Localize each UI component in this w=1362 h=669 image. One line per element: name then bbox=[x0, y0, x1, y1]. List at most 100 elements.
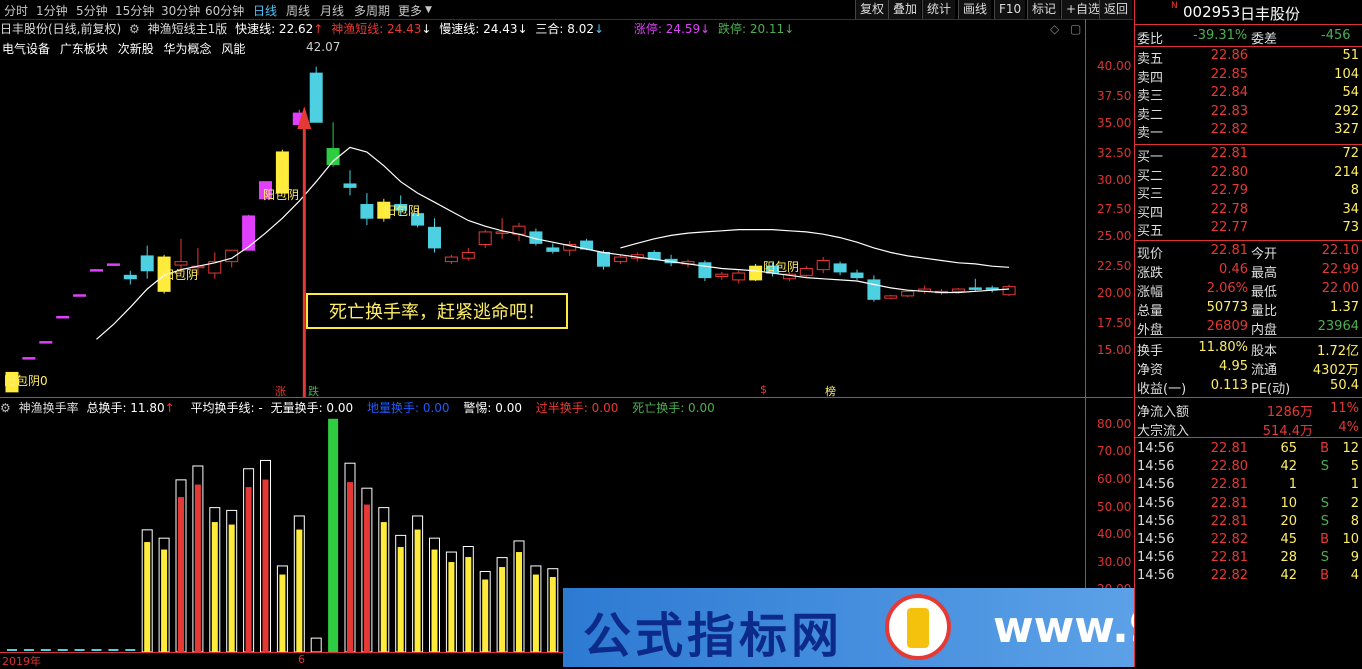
overlay-button[interactable]: 叠加 bbox=[888, 0, 922, 19]
tick-volume: 65 bbox=[1280, 441, 1297, 456]
indicator-name[interactable]: 神渔短线主1版 bbox=[148, 22, 228, 36]
down-arrow-icon: ↓ bbox=[593, 22, 605, 36]
turnover-bar-fill bbox=[380, 522, 387, 652]
candle bbox=[968, 278, 982, 292]
death-turnover-annotation: 死亡换手率，赶紧逃命吧！ bbox=[306, 293, 568, 329]
turnover-bar-fill bbox=[363, 504, 370, 652]
fuquan-button[interactable]: 复权 bbox=[855, 0, 889, 19]
candle-body bbox=[613, 256, 627, 263]
chart-divider bbox=[0, 397, 1133, 398]
tick-volume: 1 bbox=[1288, 477, 1297, 493]
turnover-bar bbox=[125, 649, 136, 651]
stat-label: 涨幅 bbox=[1137, 285, 1164, 300]
period-tab-day[interactable]: 日线 bbox=[253, 2, 277, 19]
ask-row: 卖四 22.85 104 bbox=[1135, 67, 1362, 86]
period-tab-multi[interactable]: 多周期 bbox=[354, 2, 390, 19]
candle-body bbox=[123, 274, 137, 280]
stat-value: 4.95 bbox=[1219, 359, 1248, 374]
turnover-bar-fill bbox=[499, 567, 506, 652]
stat-label: 今开 bbox=[1251, 247, 1278, 262]
sub-indicator-name[interactable]: 神渔换手率 bbox=[19, 401, 79, 415]
stat-label: 外盘 bbox=[1137, 323, 1164, 338]
period-tab-15min[interactable]: 15分钟 bbox=[115, 2, 154, 19]
turnover-bar-fill bbox=[108, 649, 119, 651]
turnover-bar-fill bbox=[431, 549, 438, 652]
ground-turnover: 地量换手: 0.00 bbox=[366, 401, 450, 415]
tick-time: 14:56 bbox=[1137, 532, 1175, 547]
stat-label: 现价 bbox=[1137, 247, 1164, 262]
back-button[interactable]: 返回 bbox=[1099, 0, 1133, 19]
ask-level-label: 卖一 bbox=[1137, 126, 1164, 141]
draw-line-button[interactable]: 画线 bbox=[958, 0, 992, 19]
flow-row: 净流入额 1286万 11% bbox=[1135, 401, 1362, 420]
turnover-bar bbox=[141, 529, 153, 652]
stat-value: 50773 bbox=[1206, 300, 1248, 315]
ask-volume: 51 bbox=[1342, 48, 1359, 63]
period-tab-1min[interactable]: 1分钟 bbox=[36, 2, 68, 19]
turnover-bar bbox=[479, 570, 491, 652]
period-tab-week[interactable]: 周线 bbox=[286, 2, 310, 19]
bid-row: 买五 22.77 73 bbox=[1135, 220, 1362, 239]
period-tab-30min[interactable]: 30分钟 bbox=[161, 2, 200, 19]
stat-value: 22.99 bbox=[1321, 262, 1359, 277]
mark-button[interactable]: 标记 bbox=[1027, 0, 1061, 19]
period-tab-fenshi[interactable]: 分时 bbox=[4, 2, 28, 19]
tick-row: 14:56 22.81 20 S 8 bbox=[1135, 514, 1362, 532]
candle bbox=[816, 257, 830, 274]
quote-panel: N 002953 日丰股份 委比 -39.31% 委差 -456 卖五 22.86… bbox=[1134, 0, 1362, 667]
short-line-value: 神渔短线: 24.43 bbox=[331, 22, 422, 36]
turnover-bar bbox=[108, 649, 119, 651]
tick-price: 22.81 bbox=[1210, 477, 1248, 493]
stat-value: 1.72亿 bbox=[1317, 344, 1359, 359]
candle bbox=[749, 263, 763, 282]
ask-volume: 292 bbox=[1334, 103, 1359, 119]
candle bbox=[478, 229, 492, 248]
stats-button[interactable]: 统计 bbox=[922, 0, 956, 19]
tick-side: B bbox=[1320, 532, 1329, 547]
divider bbox=[1135, 437, 1362, 438]
tick-time: 14:56 bbox=[1137, 568, 1175, 584]
flow-row: 大宗流入 514.4万 4% bbox=[1135, 419, 1362, 439]
candle bbox=[546, 243, 560, 254]
stat-value: 23964 bbox=[1317, 319, 1359, 334]
flow-percent: 4% bbox=[1338, 419, 1359, 435]
turnover-bar-fill bbox=[144, 542, 151, 652]
turnover-bar-fill bbox=[57, 649, 68, 651]
stat-row: 涨跌 0.46 最高 22.99 bbox=[1135, 262, 1362, 281]
price-tick: 15.00 bbox=[1097, 343, 1132, 357]
stat-value: 1.37 bbox=[1330, 300, 1359, 315]
stat-label: 净资 bbox=[1137, 363, 1164, 378]
turnover-tick: 80.00 bbox=[1097, 417, 1132, 431]
candle bbox=[242, 214, 256, 251]
candle-body bbox=[242, 215, 256, 251]
period-tab-month[interactable]: 月线 bbox=[320, 2, 344, 19]
expand-icon[interactable]: ▢ bbox=[1070, 22, 1081, 36]
gear-icon[interactable]: ⚙ bbox=[0, 401, 11, 415]
turnover-bar-fill bbox=[91, 649, 102, 651]
more-chevron-icon[interactable]: ▼ bbox=[425, 5, 432, 15]
ask-price: 22.82 bbox=[1210, 122, 1248, 137]
ask-level-label: 卖五 bbox=[1137, 52, 1164, 67]
candle bbox=[732, 270, 746, 284]
turnover-bar bbox=[445, 551, 457, 652]
period-tab-more[interactable]: 更多 bbox=[398, 2, 422, 19]
slow-ma-line bbox=[620, 229, 1010, 268]
turnover-bar bbox=[412, 515, 424, 652]
add-watchlist-button[interactable]: +自选 bbox=[1061, 0, 1105, 19]
candle-body bbox=[343, 183, 357, 188]
candle bbox=[343, 170, 357, 196]
candle-body bbox=[884, 295, 898, 299]
ask-level-label: 卖四 bbox=[1137, 70, 1164, 86]
period-tab-60min[interactable]: 60分钟 bbox=[205, 2, 244, 19]
pattern-tag: 阳包阴 bbox=[384, 204, 421, 218]
candle bbox=[867, 275, 881, 302]
gear-icon[interactable]: ⚙ bbox=[129, 22, 140, 36]
period-tab-5min[interactable]: 5分钟 bbox=[76, 2, 108, 19]
diamond-icon[interactable]: ◇ bbox=[1050, 22, 1059, 36]
candlestick-chart[interactable] bbox=[0, 52, 1085, 397]
tick-count: 8 bbox=[1350, 513, 1359, 529]
candle bbox=[850, 269, 864, 280]
candle bbox=[326, 122, 340, 167]
f10-button[interactable]: F10 bbox=[994, 0, 1026, 19]
bid-price: 22.81 bbox=[1210, 146, 1248, 161]
